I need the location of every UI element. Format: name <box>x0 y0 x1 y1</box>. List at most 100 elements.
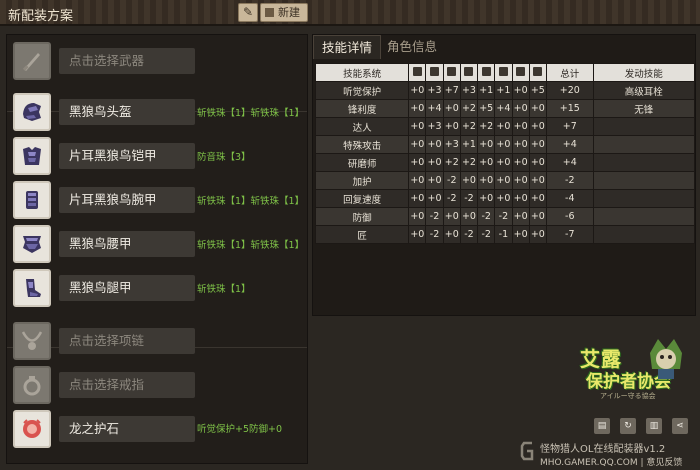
delete-button[interactable]: ▥ <box>646 418 662 434</box>
footer-link[interactable]: MHO.GAMER.QQ.COM | 意见反馈 <box>540 455 682 468</box>
col-chest-icon <box>442 63 461 82</box>
skills-panel: 技能详情 角色信息 技能系统 总计 发动技能 听觉保护 +0 +3 +7 +3 +1 +1 +… <box>312 34 696 316</box>
col-helmet-icon <box>425 63 444 82</box>
skill-value-cell: -2 <box>477 225 496 244</box>
g-logo-icon <box>520 441 534 461</box>
skill-value-cell: +0 <box>442 117 461 136</box>
weapon-slot[interactable] <box>13 42 51 80</box>
leg-decorations: 斩铁珠【1】 <box>197 284 251 295</box>
skill-value-cell: +0 <box>511 189 530 208</box>
necklace-select[interactable]: 点击选择项链 <box>59 328 195 354</box>
edit-button[interactable]: ✎ <box>238 3 258 22</box>
talisman-slot[interactable] <box>13 410 51 448</box>
skill-name-cell: 匠 <box>314 225 410 244</box>
skill-value-cell: +4 <box>494 99 513 118</box>
skill-value-cell: +0 <box>442 225 461 244</box>
skill-value-cell: +0 <box>528 189 547 208</box>
helmet-slot[interactable] <box>13 93 51 131</box>
skill-value-cell: -2 <box>442 189 461 208</box>
necklace-slot[interactable] <box>13 322 51 360</box>
logo-line-3: アイルー守る協会 <box>600 392 656 400</box>
skill-value-cell: +0 <box>408 117 427 136</box>
chest-armor-icon <box>23 147 41 165</box>
chest-select[interactable]: 片耳黑狼鸟铠甲 <box>59 143 195 169</box>
leg-select[interactable]: 黑狼鸟腿甲 <box>59 275 195 301</box>
chest-icon <box>447 67 457 76</box>
skill-value-cell: -1 <box>494 225 513 244</box>
header-activated-skill: 发动技能 <box>592 63 696 82</box>
ring-slot[interactable] <box>13 366 51 404</box>
talisman-select[interactable]: 龙之护石 <box>59 416 195 442</box>
skill-value-cell: +1 <box>459 135 479 154</box>
skill-total-cell: -7 <box>545 225 594 244</box>
trash-icon: ▥ <box>649 421 659 431</box>
necklace-icon <box>21 331 43 350</box>
activated-skill-cell <box>592 207 696 226</box>
skill-value-cell: +0 <box>511 99 530 118</box>
skill-value-cell: +0 <box>528 99 547 118</box>
col-waist-icon <box>477 63 496 82</box>
arm-slot[interactable] <box>13 181 51 219</box>
skill-value-cell: +5 <box>477 99 496 118</box>
skill-value-cell: +0 <box>511 171 530 190</box>
col-weapon-icon <box>408 63 427 82</box>
share-button[interactable]: ⋖ <box>672 418 688 434</box>
skill-value-cell: +0 <box>528 225 547 244</box>
helmet-icon <box>430 67 440 76</box>
chest-slot[interactable] <box>13 137 51 175</box>
skill-value-cell: +3 <box>425 117 444 136</box>
skill-value-cell: +3 <box>425 81 444 100</box>
tab-character-info[interactable]: 角色信息 <box>379 35 445 59</box>
activated-skill-cell <box>592 135 696 154</box>
save-button[interactable]: ▤ <box>594 418 610 434</box>
skill-value-cell: +7 <box>442 81 461 100</box>
weapon-select[interactable]: 点击选择武器 <box>59 48 195 74</box>
skill-name-cell: 锋利度 <box>314 99 410 118</box>
helmet-icon <box>23 103 41 121</box>
equipment-panel: 点击选择武器 黑狼鸟头盔 斩铁珠【1】斩铁珠【1】 片耳黑狼鸟铠甲 防音珠【3】… <box>6 34 308 464</box>
footer-title: 怪物猎人OL在线配装器v1.2 <box>540 444 666 455</box>
skill-value-cell: +0 <box>459 207 479 226</box>
skill-value-cell: +0 <box>511 153 530 172</box>
table-row: 特殊攻击 +0 +0 +3 +1 +0 +0 +0 +0 +4 <box>314 135 696 154</box>
skill-value-cell: +0 <box>425 153 444 172</box>
save-icon: ▤ <box>597 421 607 431</box>
table-row: 听觉保护 +0 +3 +7 +3 +1 +1 +0 +5 +20 高级耳栓 <box>314 81 696 100</box>
activated-skill-cell <box>592 171 696 190</box>
new-button[interactable]: 新建 <box>260 3 308 22</box>
felyne-association-logo: 艾露 保护者协会 アイルー守る協会 <box>566 335 692 405</box>
felyne-mascot-icon <box>650 339 682 379</box>
skill-value-cell: +0 <box>425 189 444 208</box>
share-icon: ⋖ <box>676 421 684 431</box>
header-skill-system: 技能系统 <box>314 63 410 82</box>
waist-select[interactable]: 黑狼鸟腰甲 <box>59 231 195 257</box>
skill-value-cell: +0 <box>511 207 530 226</box>
skill-value-cell: -2 <box>425 207 444 226</box>
leg-slot[interactable] <box>13 269 51 307</box>
skill-value-cell: +0 <box>408 189 427 208</box>
talisman-icon <box>23 419 41 438</box>
document-icon <box>265 8 274 17</box>
ring-select[interactable]: 点击选择戒指 <box>59 372 195 398</box>
arm-armor-icon <box>26 191 38 209</box>
skill-value-cell: +4 <box>425 99 444 118</box>
weapon-icon <box>412 67 422 76</box>
skill-value-cell: +0 <box>494 135 513 154</box>
refresh-button[interactable]: ↻ <box>620 418 636 434</box>
waist-slot[interactable] <box>13 225 51 263</box>
skill-value-cell: +2 <box>442 153 461 172</box>
table-row: 达人 +0 +3 +0 +2 +2 +0 +0 +0 +7 <box>314 117 696 136</box>
helmet-select[interactable]: 黑狼鸟头盔 <box>59 99 195 125</box>
skill-value-cell: +0 <box>528 171 547 190</box>
skill-value-cell: +2 <box>459 117 479 136</box>
pencil-icon: ✎ <box>242 5 254 19</box>
skill-total-cell: -6 <box>545 207 594 226</box>
arm-select[interactable]: 片耳黑狼鸟腕甲 <box>59 187 195 213</box>
tab-skill-details[interactable]: 技能详情 <box>313 35 382 59</box>
skill-value-cell: +0 <box>528 117 547 136</box>
arm-icon <box>464 67 474 76</box>
waist-armor-icon <box>23 236 41 253</box>
skill-value-cell: +0 <box>408 99 427 118</box>
chest-decorations: 防音珠【3】 <box>197 152 251 163</box>
col-leg-icon <box>494 63 513 82</box>
